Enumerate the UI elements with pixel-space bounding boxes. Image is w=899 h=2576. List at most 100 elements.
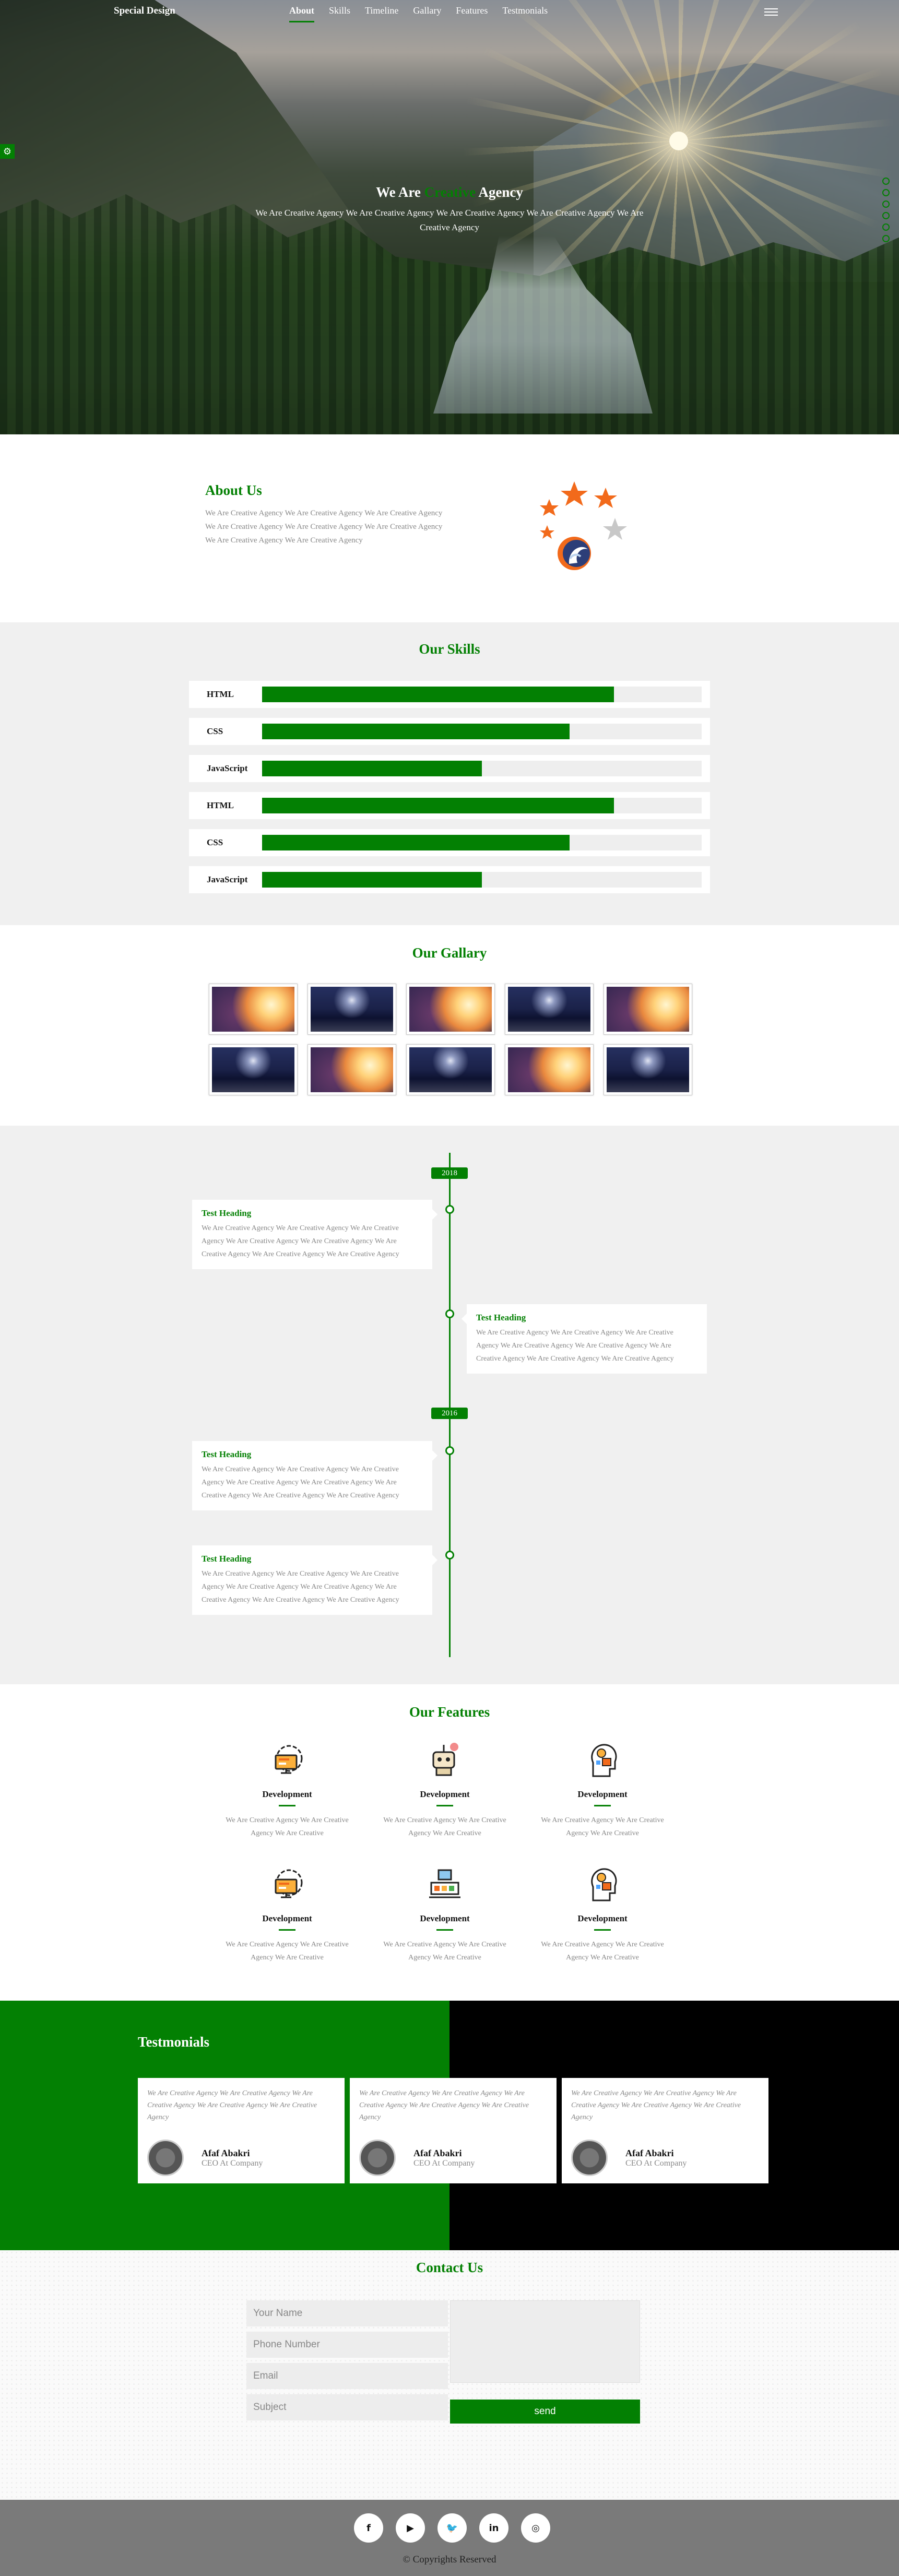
twitter-icon[interactable]: 🐦 — [437, 2513, 467, 2543]
gallery-section: Our Gallary — [0, 925, 899, 1126]
email-field[interactable]: Email — [246, 2363, 448, 2389]
skill-progress-fill — [262, 761, 482, 776]
testimonial-author: Afaf Abakri CEO At Company — [571, 2140, 687, 2176]
timeline-section: 2018 Test Heading We Are Creative Agency… — [0, 1126, 899, 1684]
contact-section: Contact Us Your Name Phone Number Email … — [0, 2250, 899, 2500]
gallery-image — [607, 987, 689, 1032]
instagram-icon[interactable]: ◎ — [521, 2513, 550, 2543]
feature-text: We Are Creative Agency We Are Creative A… — [541, 1941, 664, 1961]
gallery-thumbnail[interactable] — [505, 1044, 594, 1095]
feature-text: We Are Creative Agency We Are Creative A… — [226, 1941, 349, 1961]
testimonial-name: Afaf Abakri — [413, 2147, 462, 2158]
skill-label: CSS — [207, 837, 223, 847]
timeline-heading: Test Heading — [202, 1208, 252, 1218]
gallery-grid — [209, 984, 692, 1095]
nav-link-gallary[interactable]: Gallary — [406, 5, 448, 16]
nav-link-testmonials[interactable]: Testmonials — [495, 5, 555, 16]
features-title: Our Features — [409, 1704, 490, 1720]
robot-icon — [432, 1743, 458, 1776]
top-navbar: Special Design About Skills Timeline Gal… — [0, 0, 899, 24]
timeline-dot — [445, 1309, 454, 1318]
timeline-card: Test Heading We Are Creative Agency We A… — [192, 1545, 437, 1615]
nav-link-timeline[interactable]: Timeline — [358, 5, 406, 16]
avatar — [571, 2140, 608, 2176]
gallery-thumbnail[interactable] — [209, 984, 298, 1035]
gallery-thumbnail[interactable] — [307, 1044, 396, 1095]
testimonial-role: CEO At Company — [413, 2158, 475, 2168]
gear-monitor-icon — [275, 1745, 303, 1774]
skill-progress-track — [262, 872, 702, 888]
timeline-heading: Test Heading — [476, 1313, 526, 1322]
avatar — [359, 2140, 396, 2176]
brand-logo[interactable]: Special Design — [114, 5, 175, 17]
subject-field[interactable]: Subject — [246, 2394, 448, 2420]
head-gears-icon — [591, 1744, 617, 1777]
nav-link-skills[interactable]: Skills — [322, 5, 358, 16]
feature-title: Development — [577, 1913, 628, 1923]
feature-item: Development We Are Creative Agency We Ar… — [219, 1864, 355, 1964]
skill-label: CSS — [207, 726, 223, 736]
settings-gear-icon[interactable]: ⚙ — [0, 144, 15, 159]
timeline-dot — [445, 1446, 454, 1455]
skill-row: JavaScript — [189, 866, 710, 893]
feature-title: Development — [262, 1789, 312, 1799]
bullet-about[interactable] — [882, 178, 890, 185]
rating-stars-illustration — [540, 481, 627, 570]
avatar — [147, 2140, 184, 2176]
testimonial-card: We Are Creative Agency We Are Creative A… — [350, 2078, 557, 2183]
timeline-heading: Test Heading — [202, 1449, 252, 1459]
linkedin-icon[interactable]: in — [479, 2513, 508, 2543]
feature-title: Development — [262, 1913, 312, 1923]
gallery-thumbnail[interactable] — [406, 984, 495, 1035]
feature-item: Development We Are Creative Agency We Ar… — [535, 1864, 670, 1964]
timeline-heading: Test Heading — [202, 1554, 252, 1564]
feature-item: Development We Are Creative Agency We Ar… — [535, 1740, 670, 1840]
nav-link-about[interactable]: About — [282, 5, 322, 22]
timeline-year: 2018 — [431, 1167, 468, 1179]
name-field[interactable]: Your Name — [246, 2300, 448, 2326]
youtube-icon[interactable]: ▶ — [396, 2513, 425, 2543]
menu-hamburger-icon[interactable] — [764, 8, 778, 18]
skill-progress-track — [262, 761, 702, 776]
hero-title: We Are Creative Agency — [376, 184, 523, 200]
gallery-thumbnail[interactable] — [209, 1044, 298, 1095]
skill-row: CSS — [189, 718, 710, 745]
timeline-text: We Are Creative Agency We Are Creative A… — [202, 1224, 399, 1258]
testimonial-card: We Are Creative Agency We Are Creative A… — [138, 2078, 345, 2183]
hero-subtitle: We Are Creative Agency We Are Creative A… — [255, 208, 644, 232]
feature-title: Development — [420, 1913, 470, 1923]
gallery-image — [212, 1047, 294, 1092]
bullet-testimonials[interactable] — [882, 235, 890, 242]
about-section: About Us We Are Creative Agency We Are C… — [0, 434, 899, 622]
message-textarea[interactable] — [450, 2300, 640, 2383]
gallery-image — [212, 987, 294, 1032]
testimonials-section: Testmonials We Are Creative Agency We Ar… — [0, 2001, 899, 2250]
nav-link-features[interactable]: Features — [448, 5, 495, 16]
timeline-line — [449, 1153, 451, 1657]
feature-underline — [594, 1929, 611, 1931]
timeline-text: We Are Creative Agency We Are Creative A… — [202, 1466, 399, 1499]
about-text: We Are Creative Agency We Are Creative A… — [205, 509, 443, 545]
skill-progress-fill — [262, 687, 614, 702]
send-button[interactable]: send — [450, 2400, 640, 2424]
footer: f ▶ 🐦 in ◎ © Copyrights Reserved — [0, 2500, 899, 2576]
skill-row: JavaScript — [189, 755, 710, 782]
social-links: f ▶ 🐦 in ◎ — [354, 2513, 550, 2543]
skill-progress-track — [262, 724, 702, 739]
copyright-text: © Copyrights Reserved — [403, 2554, 496, 2565]
sun — [669, 132, 688, 150]
feature-item: Development We Are Creative Agency We Ar… — [377, 1740, 513, 1840]
skill-progress-track — [262, 798, 702, 813]
gallery-thumbnail[interactable] — [604, 1044, 692, 1095]
skill-row: CSS — [189, 829, 710, 856]
gallery-thumbnail[interactable] — [307, 984, 396, 1035]
facebook-icon[interactable]: f — [354, 2513, 383, 2543]
skill-row: HTML — [189, 681, 710, 708]
phone-field[interactable]: Phone Number — [246, 2332, 448, 2358]
testimonial-role: CEO At Company — [202, 2158, 263, 2168]
gallery-thumbnail[interactable] — [604, 984, 692, 1035]
skill-label: JavaScript — [207, 763, 248, 773]
about-title: About Us — [205, 482, 262, 498]
gallery-thumbnail[interactable] — [406, 1044, 495, 1095]
gallery-thumbnail[interactable] — [505, 984, 594, 1035]
